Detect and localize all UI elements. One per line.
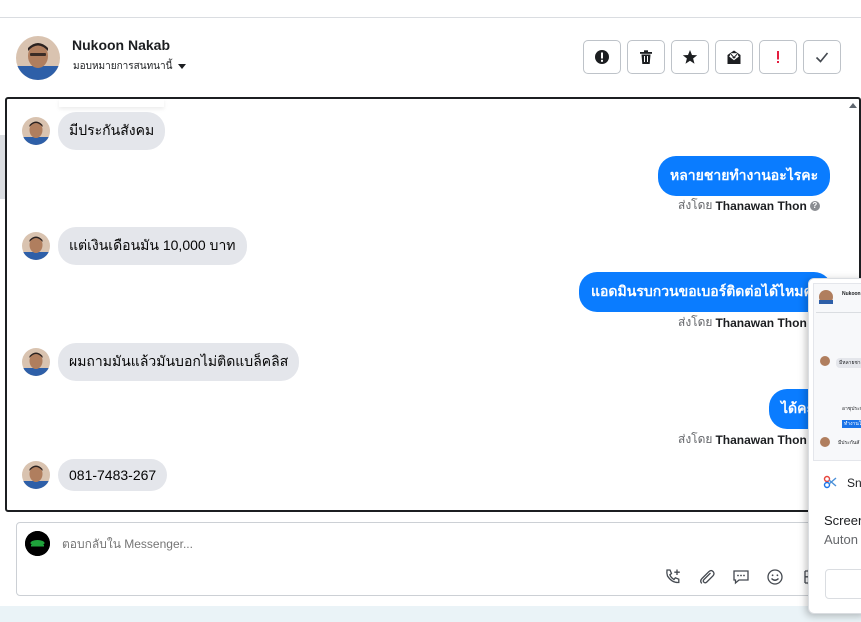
contact-avatar-small xyxy=(22,461,50,489)
thumb-message: อาชุประกัน xyxy=(842,406,861,412)
contact-avatar-small xyxy=(22,232,50,260)
contact-avatar-small xyxy=(22,348,50,376)
add-call-button[interactable] xyxy=(663,567,683,587)
thumb-message: มีหลายชาย xyxy=(836,358,861,368)
app-name: Sn xyxy=(847,476,861,490)
sent-by-prefix: ส่งโดย xyxy=(678,198,713,212)
outgoing-message-bubble: แอดมินรบกวนขอเบอร์ติดต่อได้ไหมคะ xyxy=(579,272,833,312)
report-spam-button[interactable] xyxy=(583,40,621,74)
notification-title: Screen xyxy=(824,513,861,528)
conversation-header: Nukoon Nakab มอบหมายการสนทนานี้ xyxy=(0,18,861,97)
incoming-message: 081-7483-267 xyxy=(22,459,168,491)
contact-avatar-small xyxy=(22,117,50,145)
top-divider xyxy=(0,0,861,18)
message-thread[interactable]: มีประกันสังคม หลายชายทำงานอะไรคะ ส่งโดย … xyxy=(5,97,861,512)
exclamation-icon xyxy=(777,51,779,63)
sender-name: Thanawan Thon xyxy=(715,315,807,330)
paperclip-icon xyxy=(700,569,715,584)
sent-by-label: ส่งโดย Thanawan Thon xyxy=(678,313,807,332)
mark-done-button[interactable] xyxy=(803,40,841,74)
star-icon xyxy=(682,50,698,64)
scroll-up-arrow-icon[interactable] xyxy=(849,103,857,108)
sent-by-label: ส่งโดย Thanawan Thon ? xyxy=(678,196,820,215)
exclamation-circle-icon xyxy=(595,50,609,64)
add-call-icon xyxy=(666,569,680,584)
outgoing-message-bubble: หลายชายทำงานอะไรคะ xyxy=(658,156,831,196)
notification-action-button[interactable] xyxy=(825,569,861,599)
delete-button[interactable] xyxy=(627,40,665,74)
assign-label: มอบหมายการสนทนานี้ xyxy=(73,61,173,72)
sent-by-prefix: ส่งโดย xyxy=(678,432,713,446)
incoming-message: แต่เงินเดือนมัน 10,000 บาท xyxy=(22,227,247,265)
thumb-divider xyxy=(816,312,861,313)
star-button[interactable] xyxy=(671,40,709,74)
attach-button[interactable] xyxy=(697,567,717,587)
sender-name: Thanawan Thon xyxy=(715,432,807,447)
caret-down-icon xyxy=(178,64,187,69)
contact-avatar[interactable] xyxy=(16,36,60,80)
incoming-message: มีประกันสังคม xyxy=(22,112,166,150)
saved-reply-icon xyxy=(733,570,749,585)
sent-by-label: ส่งโดย Thanawan Thon xyxy=(678,430,807,449)
assign-conversation-dropdown[interactable]: มอบหมายการสนทนานี้ xyxy=(73,59,187,74)
page-avatar xyxy=(25,531,50,556)
trash-icon xyxy=(640,50,652,64)
check-icon xyxy=(815,52,829,63)
mark-unread-button[interactable] xyxy=(715,40,753,74)
snipping-tool-logo-icon xyxy=(823,475,837,489)
incoming-message: ผมถามมันแล้วมันบอกไม่ติดแบล็คลิส xyxy=(22,343,300,381)
emoji-button[interactable] xyxy=(765,567,785,587)
screenshot-thumbnail[interactable]: Nukoon มีหลายชาย อาชุประกัน ทำงานใน มีปร… xyxy=(813,283,861,461)
snipping-tool-notification[interactable]: Nukoon มีหลายชาย อาชุประกัน ทำงานใน มีปร… xyxy=(808,278,861,614)
bottom-strip xyxy=(0,606,861,622)
message-bubble: ผมถามมันแล้วมันบอกไม่ติดแบล็คลิส xyxy=(58,343,300,381)
sender-name: Thanawan Thon xyxy=(715,198,807,213)
reply-composer xyxy=(16,522,861,596)
message-bubble: แต่เงินเดือนมัน 10,000 บาท xyxy=(58,227,247,265)
message-bubble: 081-7483-267 xyxy=(58,459,168,491)
mail-open-icon xyxy=(727,50,741,64)
message-bubble: มีประกันสังคม xyxy=(58,112,166,150)
thumb-message: ทำงานใน xyxy=(842,420,861,428)
composer-toolbar xyxy=(663,567,819,587)
thumb-contact-name: Nukoon xyxy=(842,291,861,297)
thumb-message: มีประกันสั xyxy=(838,440,860,446)
reply-input[interactable] xyxy=(62,537,462,551)
contact-name: Nukoon Nakab xyxy=(72,37,171,53)
mark-important-button[interactable] xyxy=(759,40,797,74)
emoji-icon xyxy=(767,569,783,585)
action-toolbar xyxy=(583,40,841,74)
thread-top-fade xyxy=(59,99,164,107)
saved-reply-button[interactable] xyxy=(731,567,751,587)
sent-by-prefix: ส่งโดย xyxy=(678,315,713,329)
notification-subtitle: Auton xyxy=(824,532,858,547)
question-mark-icon[interactable]: ? xyxy=(809,200,820,211)
